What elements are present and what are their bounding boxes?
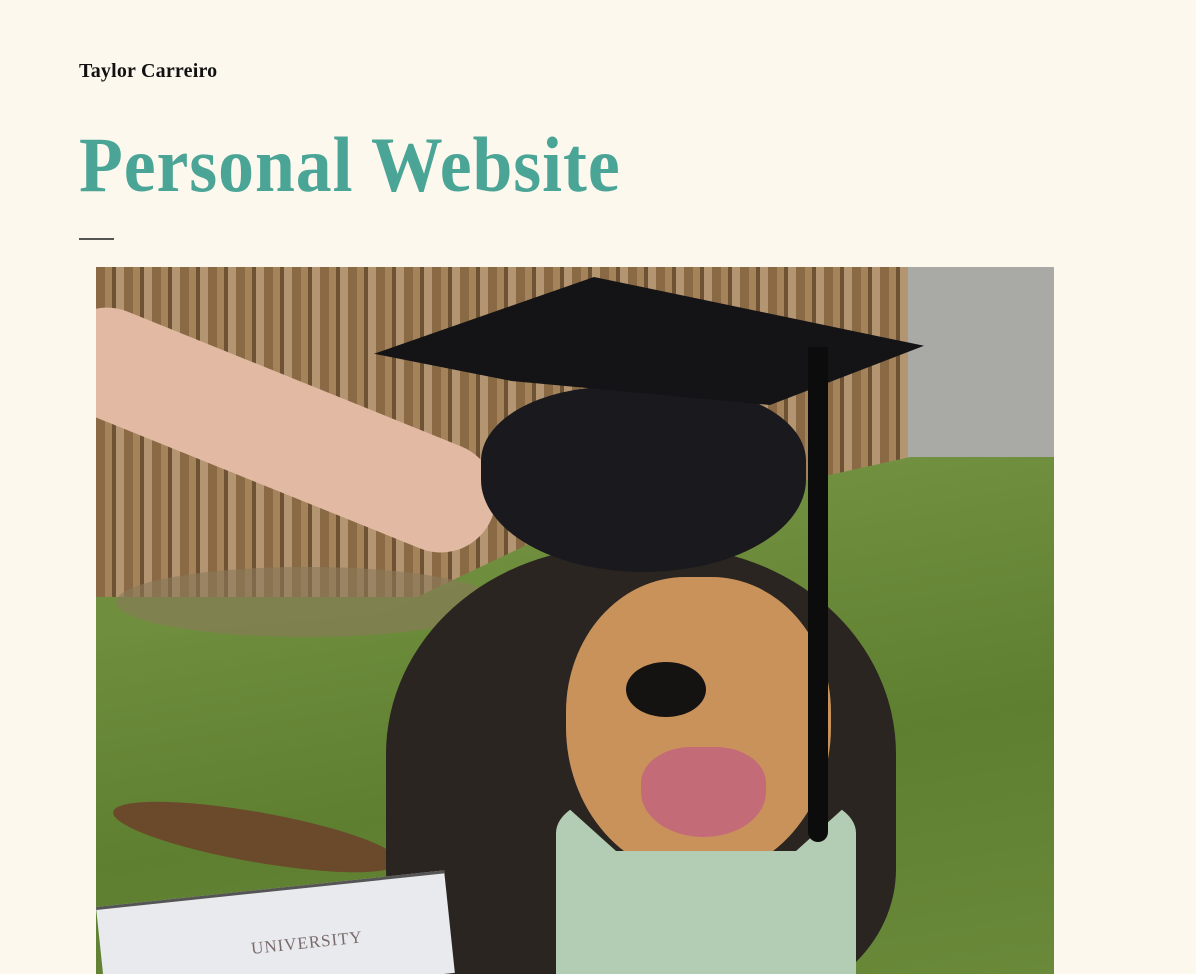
dog-mouth [641,747,766,837]
cap-tassel [808,347,828,842]
diploma-text: UNIVERSITY [250,927,364,958]
site-author-name[interactable]: Taylor Carreiro [79,60,217,83]
page-title: Personal Website [79,121,621,208]
wall [908,267,1054,462]
dog-nose [626,662,706,717]
hero-photo-dog-graduation: UNIVERSITY [96,267,1054,974]
graduation-cap-base [481,387,806,572]
title-divider [79,238,114,240]
